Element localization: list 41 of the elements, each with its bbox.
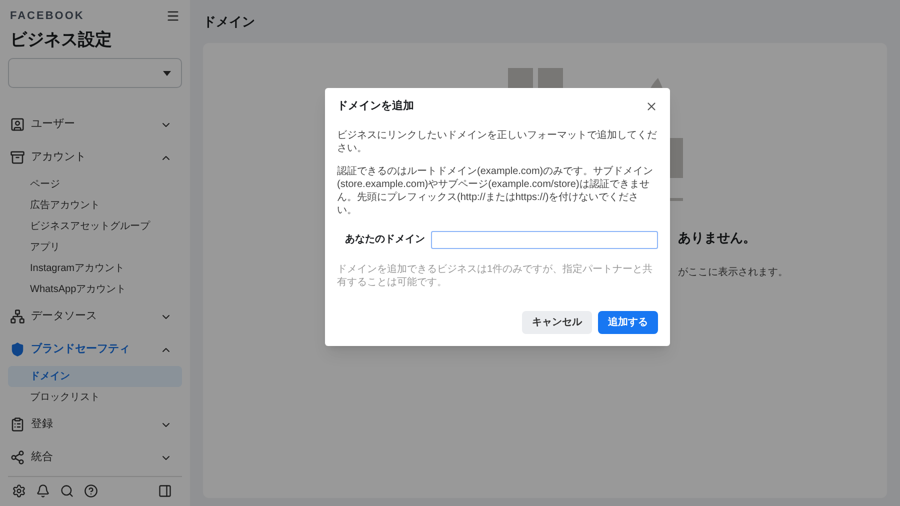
sidebar-section[interactable]: 統合 <box>8 441 182 474</box>
add-button[interactable]: 追加する <box>598 310 658 334</box>
panel-icon[interactable] <box>158 484 172 498</box>
section-icon <box>10 309 25 324</box>
domain-input-field[interactable] <box>431 230 658 248</box>
sidebar-title: ビジネス設定 <box>9 28 113 50</box>
sidebar-item[interactable]: ドメイン <box>8 366 182 387</box>
domain-field-label: あなたのドメイン <box>345 233 425 247</box>
search-icon[interactable] <box>60 484 74 498</box>
cancel-button[interactable]: キャンセル <box>522 310 592 334</box>
settings-icon[interactable] <box>12 484 26 498</box>
section-icon <box>10 150 25 165</box>
section-icon <box>10 417 25 432</box>
brand-text: FACEBOOK <box>10 9 84 24</box>
menu-icon[interactable] <box>166 9 180 24</box>
dialog-intro: ビジネスにリンクしたいドメインを正しいフォーマットで追加してください。 <box>337 128 658 154</box>
dialog-rules: 認証できるのはルートドメイン(example.com)のみです。サブドメイン(store.example.com)やサブページ(example.com/store)は認証できません。先頭にプレフィックス(http://またはhttps://)を付けないでください。 <box>337 164 654 216</box>
sidebar-section[interactable]: アカウント <box>8 141 182 174</box>
sidebar-item[interactable]: ビジネスアセットグループ <box>8 216 182 237</box>
sidebar-item[interactable]: Instagramアカウント <box>8 258 182 279</box>
empty-title: ありません。 <box>678 229 756 247</box>
sidebar-section[interactable]: データソース <box>8 300 182 333</box>
dialog-note: ドメインを追加できるビジネスは1件のみですが、指定パートナーと共有することは可能です。 <box>337 262 654 288</box>
bell-icon[interactable] <box>36 484 50 498</box>
sidebar-section[interactable]: ブランドセーフティ <box>8 333 182 366</box>
dropdown-caret-icon <box>163 70 171 76</box>
sidebar-item[interactable]: アプリ <box>8 237 182 258</box>
sidebar-item[interactable]: ページ <box>8 174 182 195</box>
sidebar-section[interactable]: 登録 <box>8 408 182 441</box>
page-title: ドメイン <box>203 13 256 31</box>
sidebar-section[interactable]: ユーザー <box>8 108 182 141</box>
sidebar-item[interactable]: WhatsAppアカウント <box>8 279 182 300</box>
empty-description: がここに表示されます。 <box>678 266 788 280</box>
dialog-title: ドメインを追加 <box>337 98 414 114</box>
section-icon <box>10 117 25 132</box>
section-icon <box>10 450 25 465</box>
help-icon[interactable] <box>84 484 98 498</box>
section-icon <box>10 342 25 357</box>
sidebar-item[interactable]: ブロックリスト <box>8 387 182 408</box>
close-icon[interactable] <box>645 100 658 113</box>
sidebar-item[interactable]: 広告アカウント <box>8 195 182 216</box>
